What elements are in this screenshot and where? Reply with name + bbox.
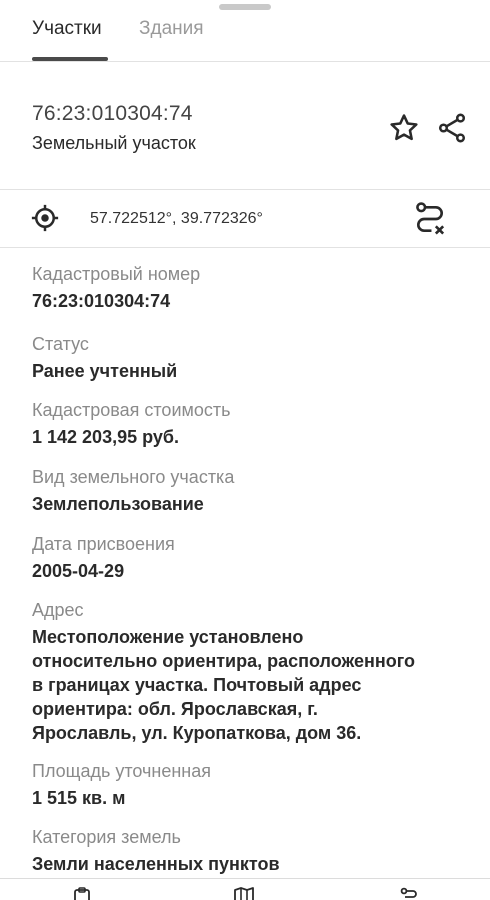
- coordinates-text[interactable]: 57.722512°, 39.772326°: [90, 210, 263, 228]
- address-line: Местоположение установлено: [32, 627, 304, 647]
- tab-bar: Участки Здания: [0, 0, 490, 62]
- target-icon[interactable]: [30, 203, 60, 233]
- object-header: 76:23:010304:74 Земельный участок: [0, 62, 490, 190]
- field-area: Площадь уточненная 1 515 кв. м: [32, 759, 472, 810]
- address-line: Ярославль, ул. Куропаткова, дом 36.: [32, 723, 362, 743]
- address-value: Местоположение установлено относительно …: [32, 625, 472, 745]
- address-line: относительно ориентира, расположенного: [32, 651, 416, 671]
- field-value: 1 142 203,95 руб.: [32, 427, 179, 447]
- field-value: Ранее учтенный: [32, 361, 178, 381]
- address-line: в границах участка. Почтовый адрес: [32, 675, 362, 695]
- route-clear-icon[interactable]: [412, 200, 448, 238]
- coordinates-row: 57.722512°, 39.772326°: [0, 190, 490, 248]
- field-label: Площадь уточненная: [32, 761, 211, 781]
- map-icon[interactable]: [232, 887, 256, 900]
- share-icon: [438, 113, 466, 143]
- clipboard-icon[interactable]: [70, 887, 94, 900]
- field-label: Кадастровая стоимость: [32, 400, 231, 420]
- bottom-navigation: [0, 878, 490, 900]
- field-status: Статус Ранее учтенный: [32, 332, 472, 383]
- field-label: Дата присвоения: [32, 534, 175, 554]
- field-label: Статус: [32, 334, 89, 354]
- field-value: 76:23:010304:74: [32, 291, 171, 311]
- tab-buildings[interactable]: Здания: [139, 18, 204, 40]
- header-object-type: Земельный участок: [32, 133, 196, 153]
- field-land-category: Категория земель Земли населенных пункто…: [32, 825, 472, 876]
- address-line: ориентира: обл. Ярославская, г.: [32, 699, 318, 719]
- share-button[interactable]: [432, 108, 472, 148]
- field-label: Кадастровый номер: [32, 264, 201, 284]
- field-parcel-kind: Вид земельного участка Землепользование: [32, 465, 472, 516]
- field-label: Категория земель: [32, 827, 181, 847]
- header-cadastral-number: 76:23:010304:74: [32, 102, 193, 125]
- field-address: Адрес Местоположение установлено относит…: [32, 598, 472, 745]
- field-cadastral-value: Кадастровая стоимость 1 142 203,95 руб.: [32, 398, 472, 449]
- field-assignment-date: Дата присвоения 2005-04-29: [32, 532, 472, 583]
- field-value: Землепользование: [32, 494, 204, 514]
- favorite-button[interactable]: [384, 108, 424, 148]
- tab-parcels[interactable]: Участки: [32, 18, 102, 40]
- star-outline-icon: [390, 114, 418, 141]
- field-label: Вид земельного участка: [32, 467, 235, 487]
- field-cadastral-number: Кадастровый номер 76:23:010304:74: [32, 262, 472, 313]
- field-label: Адрес: [32, 600, 84, 620]
- field-value: 1 515 кв. м: [32, 788, 126, 808]
- route-icon[interactable]: [396, 887, 420, 900]
- active-tab-indicator: [32, 57, 108, 61]
- field-value: 2005-04-29: [32, 561, 125, 581]
- field-value: Земли населенных пунктов: [32, 854, 280, 874]
